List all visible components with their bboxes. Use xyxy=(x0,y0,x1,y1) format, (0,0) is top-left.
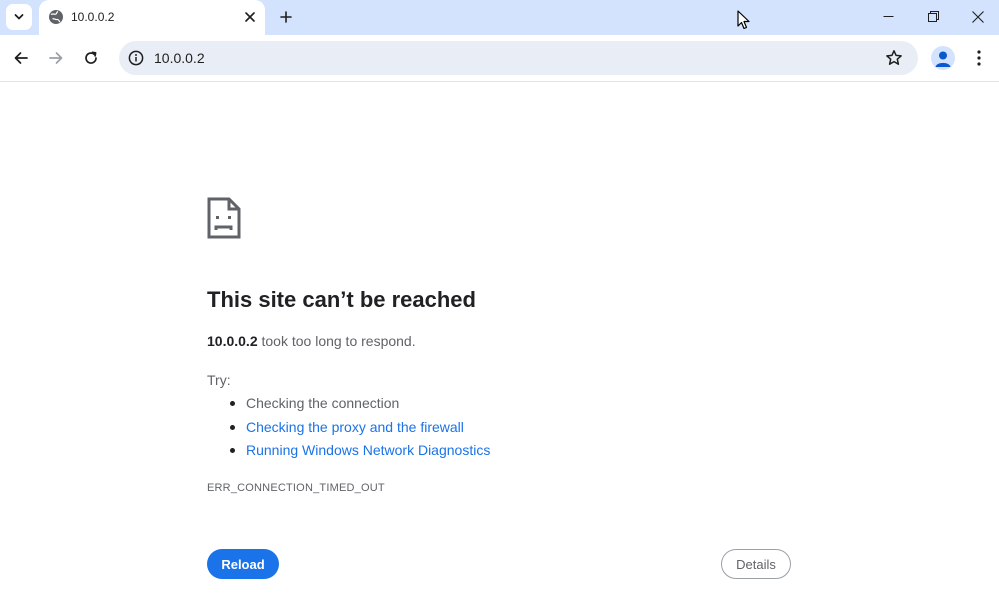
address-bar[interactable]: 10.0.0.2 xyxy=(119,41,918,75)
forward-button[interactable] xyxy=(42,44,70,72)
try-label: Try: xyxy=(207,372,231,388)
browser-toolbar: 10.0.0.2 xyxy=(0,35,999,82)
arrow-right-icon xyxy=(49,52,63,64)
reload-button[interactable]: Reload xyxy=(207,549,279,579)
tab-close-button[interactable] xyxy=(241,8,259,26)
details-button[interactable]: Details xyxy=(721,549,791,579)
globe-icon xyxy=(49,10,63,24)
list-item: Running Windows Network Diagnostics xyxy=(207,441,490,465)
new-tab-button[interactable] xyxy=(274,5,298,29)
browser-menu-button[interactable] xyxy=(968,46,990,70)
bookmark-button[interactable] xyxy=(884,48,904,68)
mouse-cursor-icon xyxy=(737,10,750,30)
refresh-icon xyxy=(85,51,97,64)
list-item: Checking the connection xyxy=(207,394,490,418)
error-title: This site can’t be reached xyxy=(207,287,476,312)
suggestions-list: Checking the connection Checking the pro… xyxy=(207,394,490,465)
site-info-button[interactable] xyxy=(125,47,147,69)
window-close-button[interactable] xyxy=(955,0,999,33)
minimize-button[interactable] xyxy=(865,0,911,33)
star-icon xyxy=(886,50,902,65)
bullet-icon xyxy=(230,424,235,430)
sad-document-icon xyxy=(207,197,241,239)
title-bar: 10.0.0.2 xyxy=(0,0,999,35)
error-message: took too long to respond. xyxy=(257,333,416,349)
restore-button[interactable] xyxy=(910,0,956,33)
error-code: ERR_CONNECTION_TIMED_OUT xyxy=(207,482,385,494)
bullet-icon xyxy=(230,448,235,453)
suggestion-proxy-firewall-link[interactable]: Checking the proxy and the firewall xyxy=(246,419,464,435)
plus-icon xyxy=(280,11,292,23)
list-item: Checking the proxy and the firewall xyxy=(207,418,490,442)
info-icon xyxy=(128,50,144,66)
reload-page-button[interactable] xyxy=(77,44,105,72)
url-text[interactable]: 10.0.0.2 xyxy=(154,50,205,66)
close-icon xyxy=(245,12,255,22)
back-button[interactable] xyxy=(7,44,35,72)
suggestion-network-diagnostics-link[interactable]: Running Windows Network Diagnostics xyxy=(246,442,490,458)
tab-search-button[interactable] xyxy=(6,4,32,30)
browser-tab-active[interactable]: 10.0.0.2 xyxy=(39,0,265,35)
close-icon xyxy=(972,10,984,23)
suggestion-check-connection: Checking the connection xyxy=(246,395,400,411)
minimize-icon xyxy=(883,16,893,17)
chevron-down-icon xyxy=(14,14,24,20)
tab-title: 10.0.0.2 xyxy=(71,10,115,24)
profile-button[interactable] xyxy=(931,46,955,70)
more-vertical-icon xyxy=(977,50,981,66)
error-host: 10.0.0.2 xyxy=(207,333,258,349)
error-description: 10.0.0.2 took too long to respond. xyxy=(207,333,416,349)
bullet-icon xyxy=(230,401,235,406)
error-page: This site can’t be reached 10.0.0.2 took… xyxy=(207,82,797,610)
arrow-left-icon xyxy=(14,52,28,64)
person-icon xyxy=(935,51,951,67)
restore-icon xyxy=(927,11,939,22)
